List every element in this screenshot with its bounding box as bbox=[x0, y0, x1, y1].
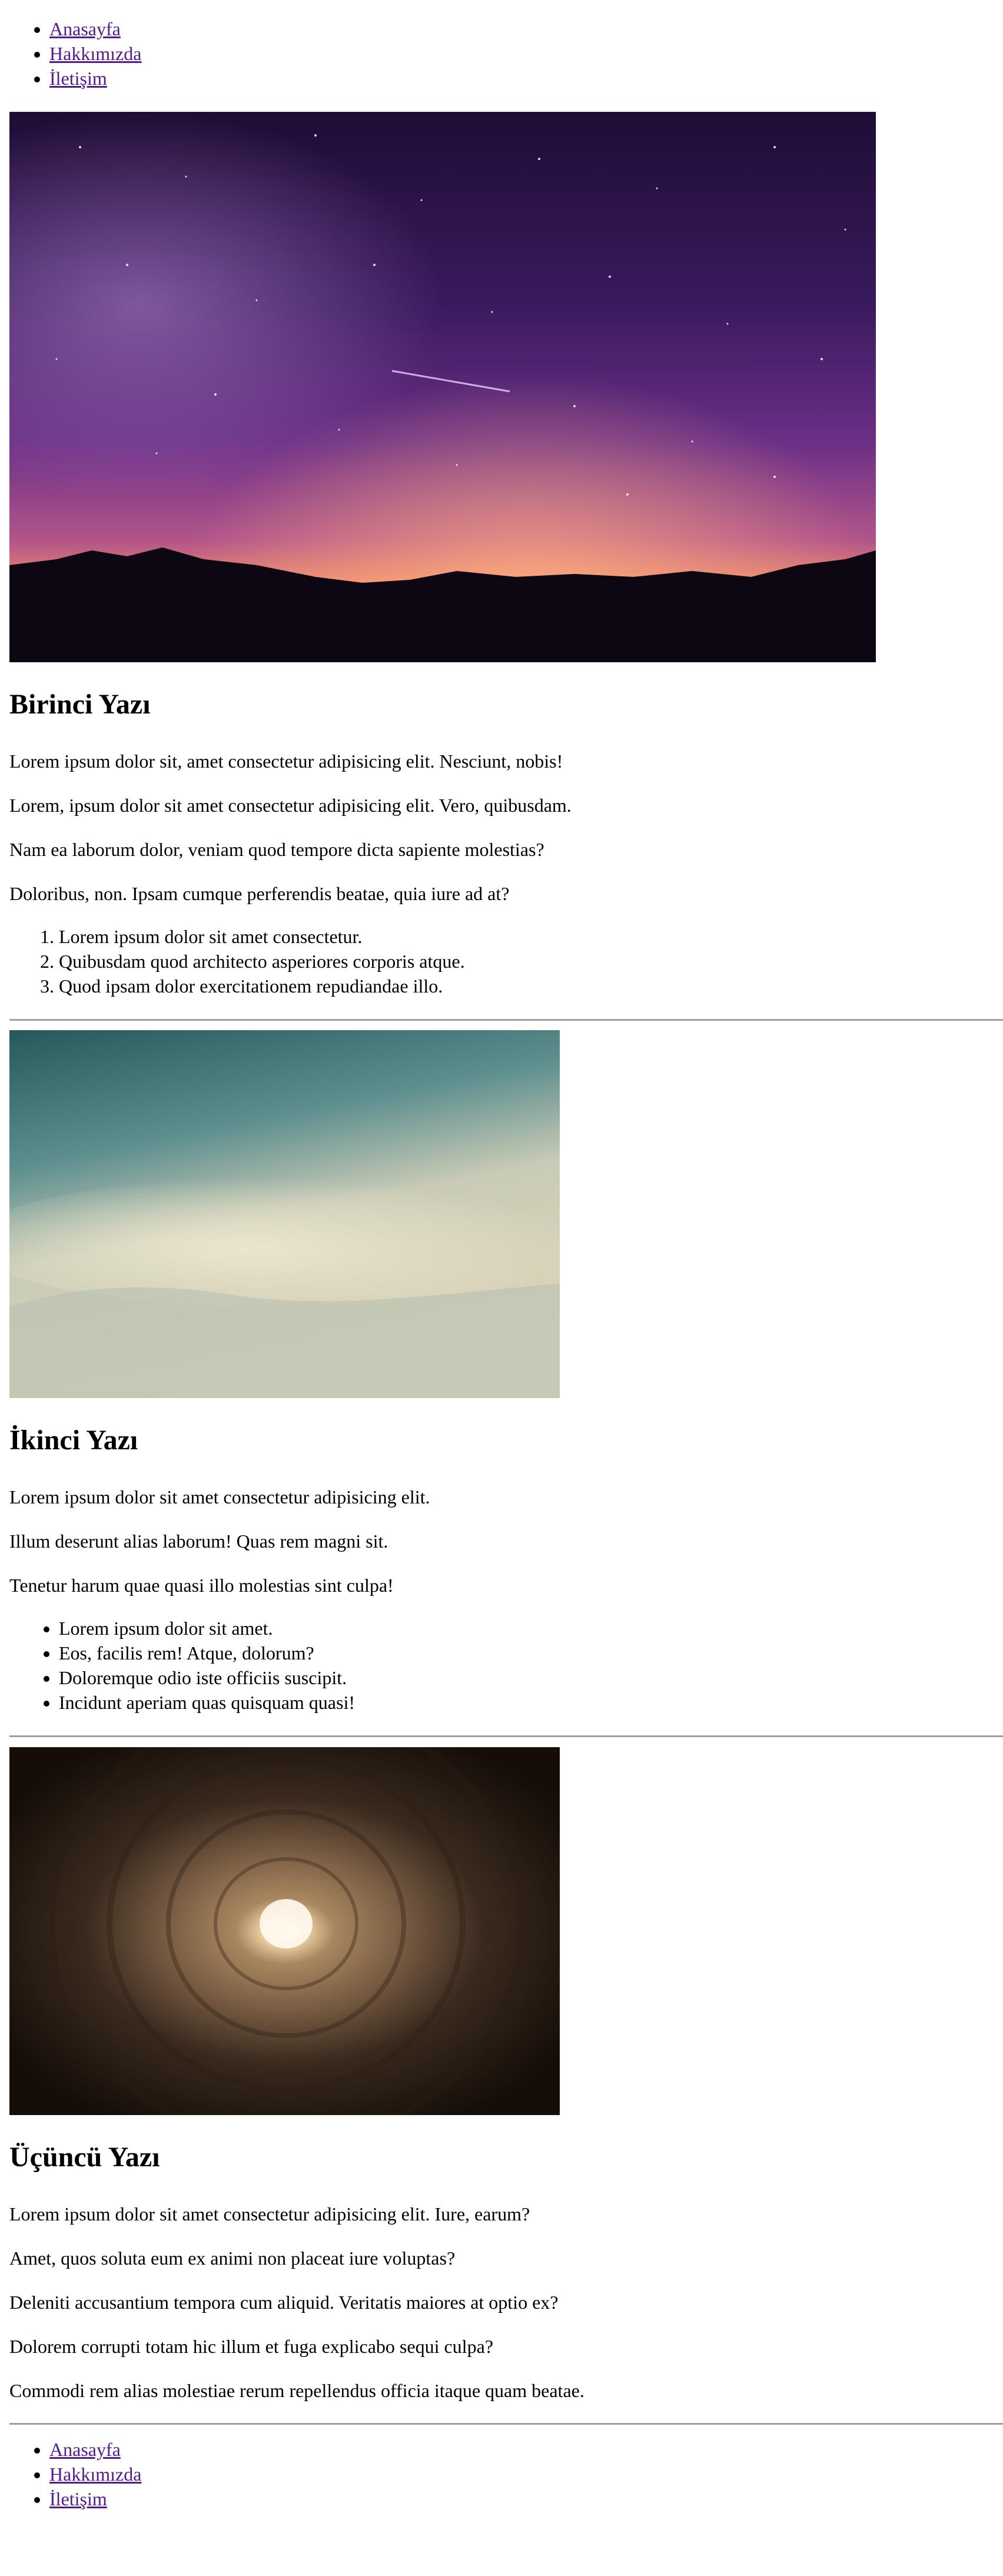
nav-item-home: Anasayfa bbox=[49, 2437, 141, 2462]
post-3-paragraph-3: Deleniti accusantium tempora cum aliquid… bbox=[9, 2292, 559, 2313]
list-item: Eos, facilis rem! Atque, dolorum? bbox=[59, 1641, 1001, 1665]
footer-link-home[interactable]: Anasayfa bbox=[49, 2439, 121, 2460]
nav-item-about: Hakkımızda bbox=[49, 2462, 141, 2487]
nav-item-about: Hakkımızda bbox=[49, 41, 141, 66]
post-3-title: Üçüncü Yazı bbox=[9, 2142, 160, 2173]
list-item: Lorem ipsum dolor sit amet consectetur. bbox=[59, 924, 1001, 949]
post-1-image bbox=[9, 112, 876, 662]
nav-item-contact: İletişim bbox=[49, 2487, 141, 2511]
divider bbox=[9, 1019, 1003, 1021]
nav-item-home: Anasayfa bbox=[49, 16, 141, 41]
nav-link-home[interactable]: Anasayfa bbox=[49, 18, 121, 39]
cloudy-sky-image bbox=[9, 1030, 560, 1398]
post-2-title: İkinci Yazı bbox=[9, 1425, 138, 1456]
post-2-paragraph-3: Tenetur harum quae quasi illo molestias … bbox=[9, 1575, 394, 1596]
nav-item-contact: İletişim bbox=[49, 66, 141, 91]
tunnel-light-image bbox=[9, 1747, 560, 2115]
post-2-image bbox=[9, 1030, 560, 1398]
nav-link-about[interactable]: Hakkımızda bbox=[49, 43, 141, 64]
footer-link-contact[interactable]: İletişim bbox=[49, 2488, 107, 2509]
top-nav: Anasayfa Hakkımızda İletişim bbox=[0, 0, 141, 91]
post-3-paragraph-2: Amet, quos soluta eum ex animi non place… bbox=[9, 2248, 456, 2269]
post-3-paragraph-4: Dolorem corrupti totam hic illum et fuga… bbox=[9, 2336, 493, 2357]
divider bbox=[9, 1735, 1003, 1737]
post-2-paragraph-1: Lorem ipsum dolor sit amet consectetur a… bbox=[9, 1486, 430, 1508]
post-1-paragraph-3: Nam ea laborum dolor, veniam quod tempor… bbox=[9, 839, 544, 860]
post-2-unordered-list: Lorem ipsum dolor sit amet. Eos, facilis… bbox=[9, 1616, 1001, 1715]
post-3-paragraph-5: Commodi rem alias molestiae rerum repell… bbox=[9, 2380, 584, 2401]
post-1-paragraph-4: Doloribus, non. Ipsam cumque perferendis… bbox=[9, 883, 510, 904]
footer-link-about[interactable]: Hakkımızda bbox=[49, 2464, 141, 2485]
post-2-paragraph-2: Illum deserunt alias laborum! Quas rem m… bbox=[9, 1531, 388, 1552]
footer-nav: Anasayfa Hakkımızda İletişim bbox=[0, 2437, 141, 2511]
list-item: Quod ipsam dolor exercitationem repudian… bbox=[59, 974, 1001, 998]
nav-link-contact[interactable]: İletişim bbox=[49, 68, 107, 89]
post-1-title: Birinci Yazı bbox=[9, 689, 151, 720]
list-item: Doloremque odio iste officiis suscipit. bbox=[59, 1665, 1001, 1690]
post-1-ordered-list: Lorem ipsum dolor sit amet consectetur. … bbox=[9, 924, 1001, 998]
post-1-paragraph-2: Lorem, ipsum dolor sit amet consectetur … bbox=[9, 795, 572, 816]
post-1-paragraph-1: Lorem ipsum dolor sit, amet consectetur … bbox=[9, 751, 563, 772]
list-item: Incidunt aperiam quas quisquam quasi! bbox=[59, 1690, 1001, 1715]
post-3-paragraph-1: Lorem ipsum dolor sit amet consectetur a… bbox=[9, 2203, 530, 2225]
list-item: Quibusdam quod architecto asperiores cor… bbox=[59, 949, 1001, 974]
post-3-image bbox=[9, 1747, 560, 2115]
divider bbox=[9, 2423, 1003, 2425]
list-item: Lorem ipsum dolor sit amet. bbox=[59, 1616, 1001, 1641]
night-sky-image bbox=[9, 112, 876, 662]
